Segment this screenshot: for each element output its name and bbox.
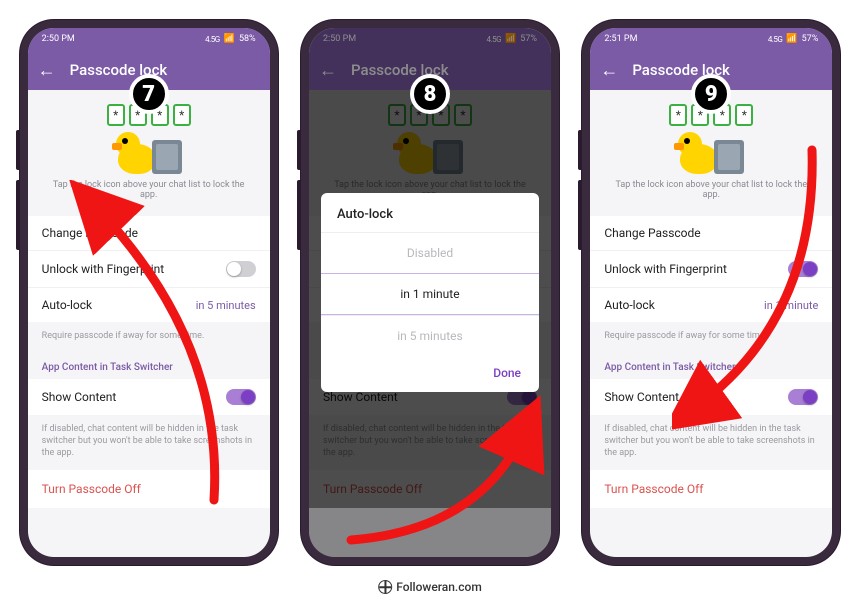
autolock-dialog: Auto-lock Disabled in 1 minute in 5 minu… bbox=[321, 193, 539, 392]
fingerprint-row[interactable]: Unlock with Fingerprint bbox=[590, 251, 832, 288]
show-content-row[interactable]: Show Content bbox=[590, 379, 832, 415]
change-passcode-row[interactable]: Change Passcode bbox=[590, 216, 832, 251]
autolock-value: in 5 minutes bbox=[196, 299, 256, 312]
autolock-subtext: Require passcode if away for some time. bbox=[28, 322, 270, 352]
section-header: App Content in Task Switcher bbox=[28, 352, 270, 379]
phone-step-7: 7 2:50 PM 4.5G📶58% ← Passcode lock * * *… bbox=[20, 20, 278, 565]
dialog-done-button[interactable]: Done bbox=[321, 356, 539, 392]
dialog-option-disabled[interactable]: Disabled bbox=[321, 232, 539, 273]
safe-icon bbox=[152, 140, 182, 174]
autolock-value: in 1 minute bbox=[764, 299, 818, 312]
status-bar: 2:50 PM 4.5G📶58% bbox=[28, 28, 270, 50]
phone-step-9: 9 2:51 PM 4.5G📶57% ← Passcode lock **** … bbox=[582, 20, 840, 565]
step-badge: 9 bbox=[691, 74, 731, 114]
phone-step-8: 8 2:50 PM 4.5G📶57% ← Passcode lock **** … bbox=[301, 20, 559, 565]
back-icon[interactable]: ← bbox=[600, 60, 618, 81]
step-badge: 8 bbox=[410, 74, 450, 114]
clock: 2:50 PM bbox=[42, 34, 75, 44]
autolock-row[interactable]: Auto-lock in 1 minute bbox=[590, 288, 832, 322]
dialog-title: Auto-lock bbox=[321, 193, 539, 232]
dialog-option-5min[interactable]: in 5 minutes bbox=[321, 315, 539, 356]
dialog-option-1min[interactable]: in 1 minute bbox=[321, 273, 539, 315]
back-icon[interactable]: ← bbox=[38, 60, 56, 81]
fingerprint-row[interactable]: Unlock with Fingerprint bbox=[28, 251, 270, 288]
autolock-row[interactable]: Auto-lock in 5 minutes bbox=[28, 288, 270, 322]
show-content-subtext: If disabled, chat content will be hidden… bbox=[28, 415, 270, 469]
step-badge: 7 bbox=[129, 74, 169, 114]
clock: 2:51 PM bbox=[604, 34, 637, 44]
fingerprint-toggle[interactable] bbox=[788, 261, 818, 277]
show-content-toggle[interactable] bbox=[226, 389, 256, 405]
show-content-row[interactable]: Show Content bbox=[28, 379, 270, 415]
turn-off-row[interactable]: Turn Passcode Off bbox=[28, 470, 270, 508]
watermark: Followeran.com bbox=[378, 580, 482, 594]
fingerprint-toggle[interactable] bbox=[226, 261, 256, 277]
battery-text: 58% bbox=[239, 34, 256, 44]
globe-icon bbox=[378, 580, 392, 594]
turn-off-row[interactable]: Turn Passcode Off bbox=[590, 470, 832, 508]
show-content-toggle[interactable] bbox=[788, 389, 818, 405]
hero-hint: Tap the lock icon above your chat list t… bbox=[38, 174, 260, 210]
status-bar: 2:51 PM 4.5G📶57% bbox=[590, 28, 832, 50]
change-passcode-row[interactable]: Change Passcode bbox=[28, 216, 270, 251]
